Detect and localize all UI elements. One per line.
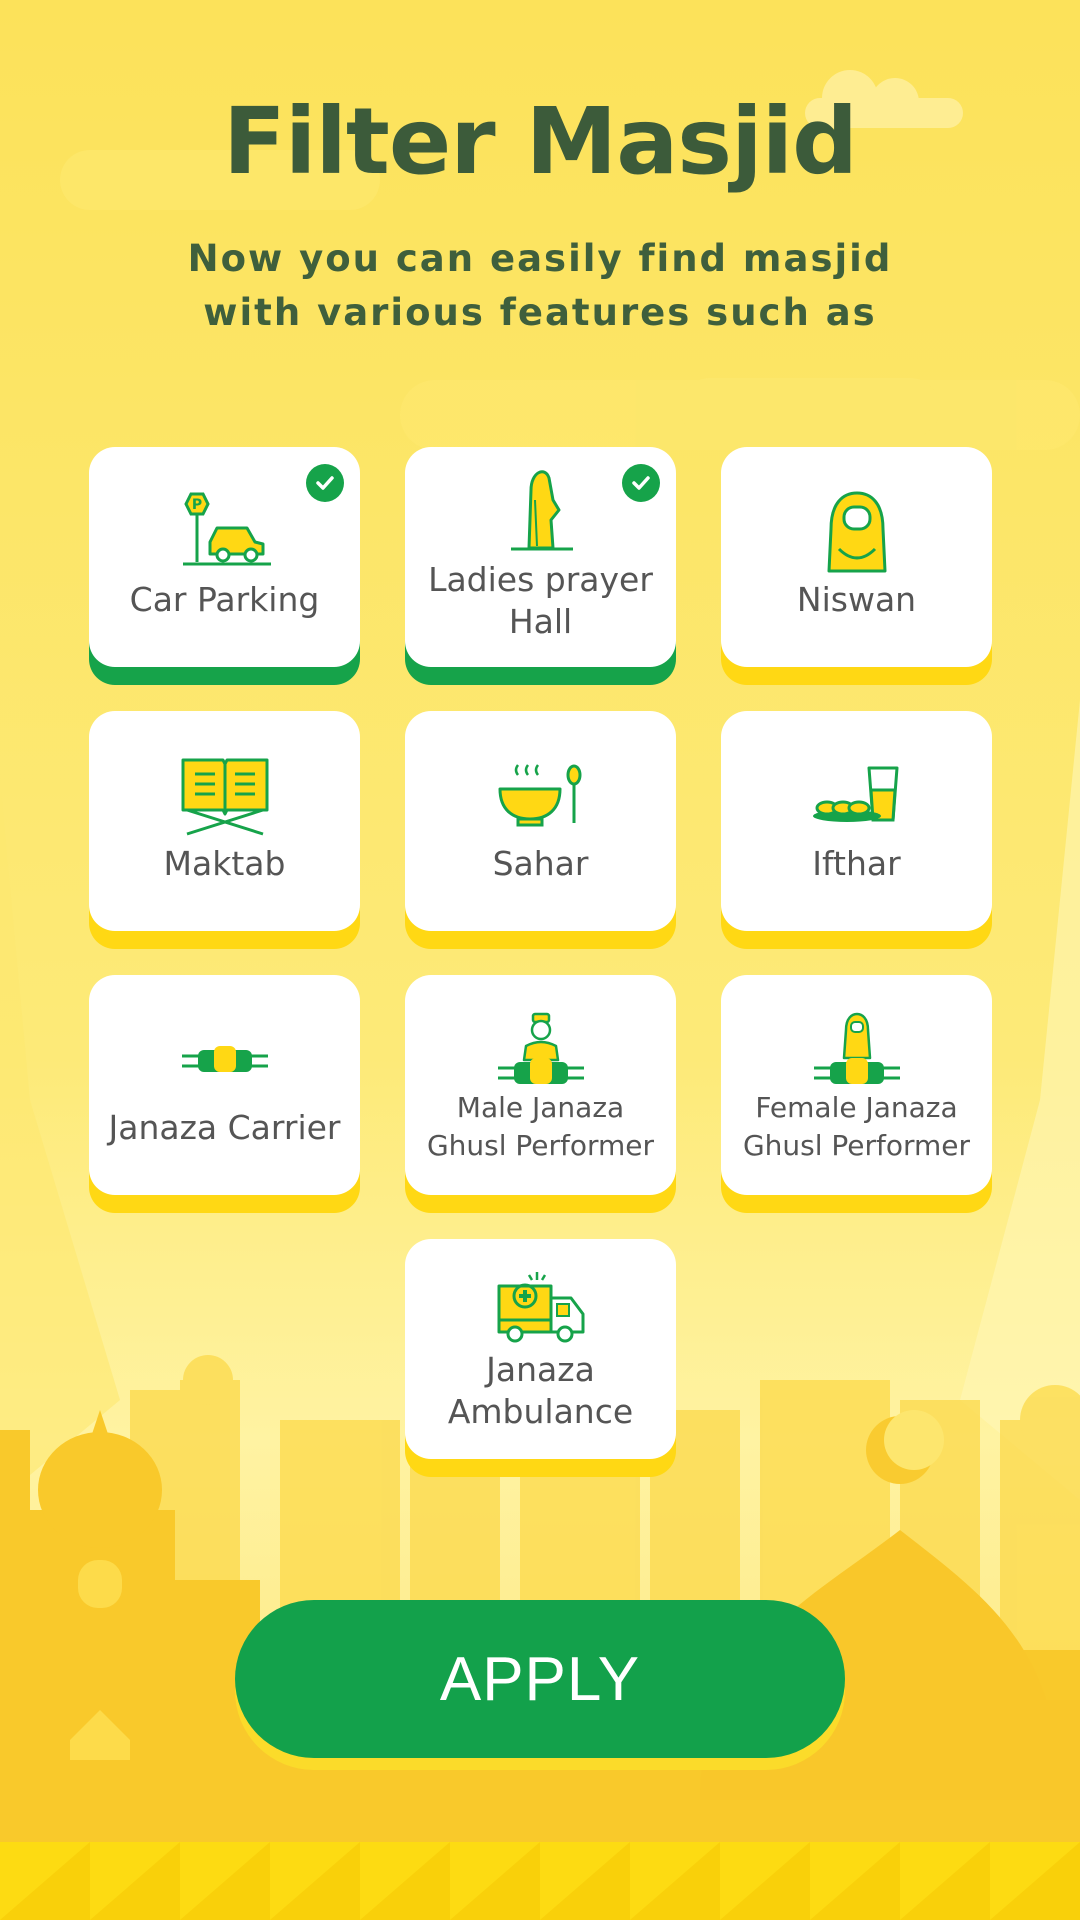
- feature-card-janaza-ambulance[interactable]: Janaza Ambulance: [405, 1239, 676, 1459]
- feature-card-niswan[interactable]: Niswan: [721, 447, 992, 667]
- feature-label: Male Janaza Ghusl Performer: [426, 1091, 655, 1162]
- feature-label: Sahar: [492, 844, 589, 883]
- feature-card-female-ghusl-performer[interactable]: Female Janaza Ghusl Performer: [721, 975, 992, 1195]
- feature-card-janaza-carrier[interactable]: Janaza Carrier: [89, 975, 360, 1195]
- janaza-carrier-icon: [89, 1015, 360, 1105]
- feature-card-male-ghusl-performer[interactable]: Male Janaza Ghusl Performer: [405, 975, 676, 1195]
- svg-text:P: P: [191, 497, 201, 513]
- feature-label: Maktab: [163, 844, 286, 883]
- feature-card-ladies-prayer-hall[interactable]: Ladies prayer Hall: [405, 447, 676, 667]
- page-title: Filter Masjid: [222, 88, 858, 195]
- ladies-prayer-hall-icon: [405, 461, 676, 551]
- feature-card-car-parking[interactable]: P Car Parking: [89, 447, 360, 667]
- feature-label: Janaza Ambulance: [447, 1350, 634, 1431]
- feature-label: Janaza Carrier: [108, 1108, 341, 1147]
- feature-label: Female Janaza Ghusl Performer: [742, 1091, 971, 1162]
- feature-card-maktab[interactable]: Maktab: [89, 711, 360, 931]
- apply-button[interactable]: APPLY: [235, 1600, 845, 1758]
- ifthar-dates-icon: [721, 751, 992, 841]
- maktab-quran-icon: [89, 751, 360, 841]
- niswan-icon: [721, 487, 992, 577]
- feature-card-ifthar[interactable]: Ifthar: [721, 711, 992, 931]
- feature-label: Ladies prayer Hall: [428, 560, 653, 641]
- sahar-bowl-icon: [405, 751, 676, 841]
- janaza-ambulance-icon: [405, 1263, 676, 1353]
- male-ghusl-performer-icon: [405, 1003, 676, 1093]
- page-subtitle: Now you can easily find masjid with vari…: [187, 237, 893, 334]
- feature-label: Car Parking: [129, 580, 320, 619]
- female-ghusl-performer-icon: [721, 1003, 992, 1093]
- feature-label: Ifthar: [812, 844, 901, 883]
- car-parking-icon: P: [89, 487, 360, 577]
- feature-label: Niswan: [796, 580, 917, 619]
- feature-card-sahar[interactable]: Sahar: [405, 711, 676, 931]
